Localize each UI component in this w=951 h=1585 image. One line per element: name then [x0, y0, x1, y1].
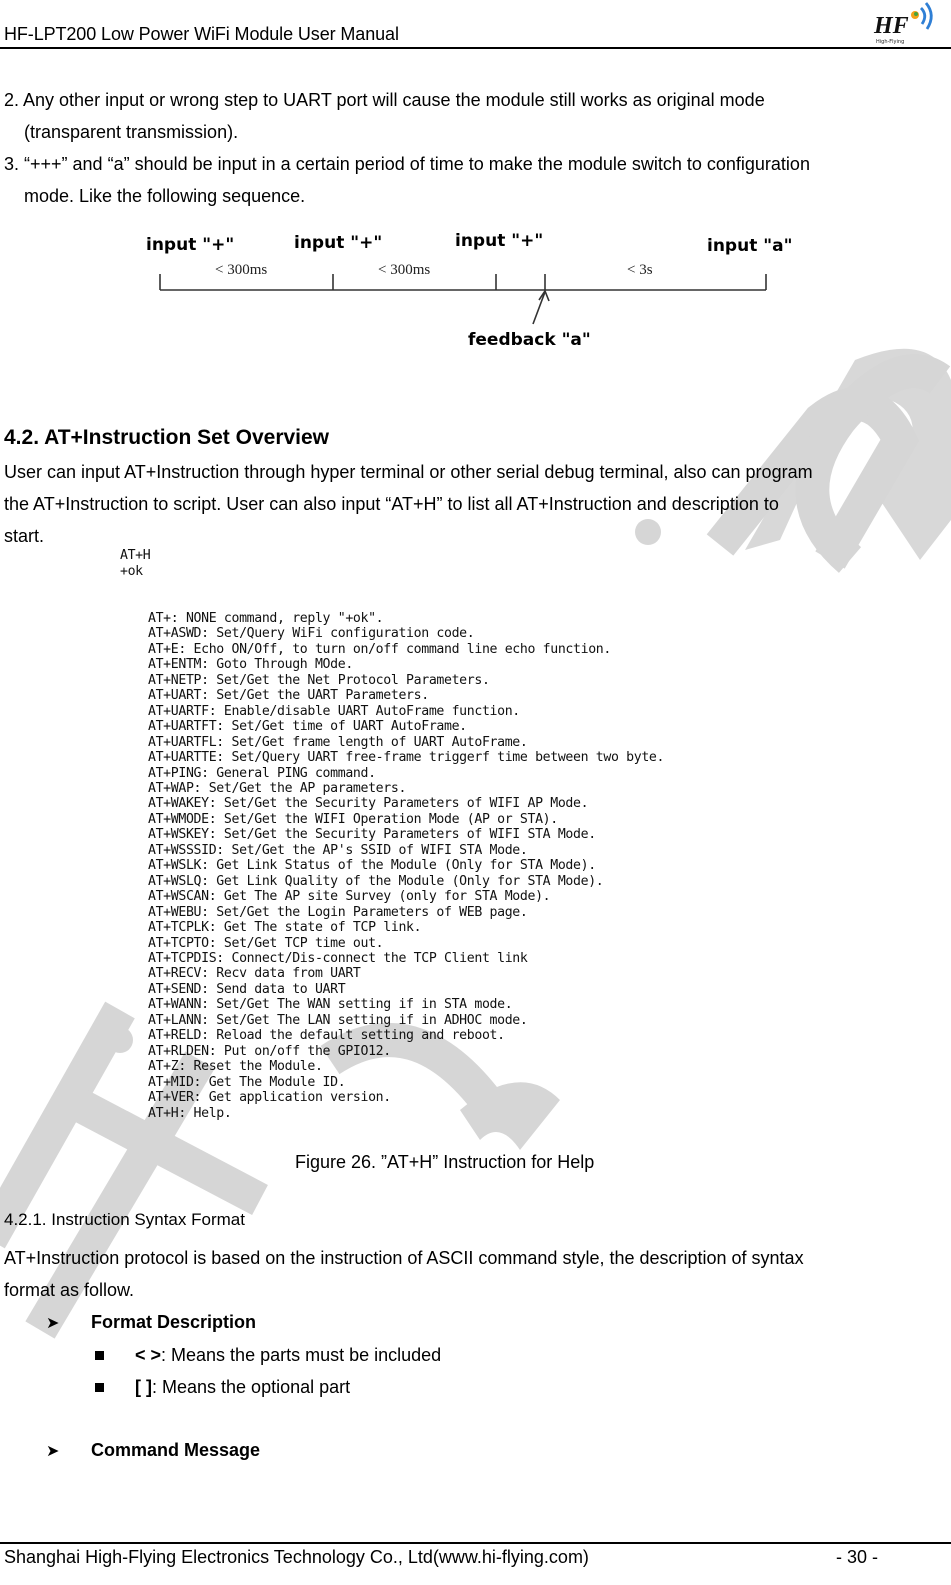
- terminal-help-line: AT+RECV: Recv data from UART: [148, 966, 361, 982]
- terminal-reply: +ok: [120, 564, 143, 579]
- terminal-help-line: AT+WSLK: Get Link Status of the Module (…: [148, 858, 596, 874]
- header-rule: [0, 47, 951, 49]
- section-heading-4-2-1: 4.2.1. Instruction Syntax Format: [4, 1210, 245, 1229]
- format-item: [ ]: Means the optional part: [135, 1377, 350, 1398]
- format-item-text: : Means the parts must be included: [161, 1345, 442, 1365]
- terminal-help-line: AT+UART: Set/Get the UART Parameters.: [148, 688, 429, 704]
- section-4-2-1-para-line1: AT+Instruction protocol is based on the …: [4, 1248, 804, 1268]
- arrow-bullet-icon: ➤: [46, 1315, 60, 1332]
- arrow-bullet-icon: ➤: [46, 1443, 60, 1460]
- format-item-symbol: [ ]: [135, 1377, 152, 1397]
- terminal-help-line: AT+UARTF: Enable/disable UART AutoFrame …: [148, 703, 520, 719]
- terminal-help-line: AT+NETP: Set/Get the Net Protocol Parame…: [148, 672, 490, 688]
- terminal-help-line: AT+SEND: Send data to UART: [148, 981, 346, 997]
- terminal-help-line: AT+E: Echo ON/Off, to turn on/off comman…: [148, 641, 611, 657]
- terminal-help-line: AT+UARTTE: Set/Query UART free-frame tri…: [148, 750, 665, 766]
- format-item-text: : Means the optional part: [152, 1377, 351, 1397]
- terminal-help-line: AT+Z: Reset the Module.: [148, 1059, 323, 1075]
- terminal-help-line: AT+RELD: Reload the default setting and …: [148, 1028, 505, 1044]
- watermark-dot: [635, 519, 661, 545]
- logo-text: HF: [873, 13, 909, 39]
- document-header-title: HF-LPT200 Low Power WiFi Module User Man…: [4, 24, 399, 44]
- terminal-help-line: AT+WEBU: Set/Get the Login Parameters of…: [148, 904, 528, 920]
- terminal-help-line: AT+WANN: Set/Get The WAN setting if in S…: [148, 997, 513, 1013]
- watermark-letter-h: [0, 1001, 135, 1249]
- terminal-help-line: AT+WMODE: Set/Get the WIFI Operation Mod…: [148, 811, 558, 827]
- terminal-help-line: AT+VER: Get application version.: [148, 1090, 391, 1106]
- list-item-3-line2: mode. Like the following sequence.: [24, 186, 306, 206]
- terminal-help-line: AT+UARTFL: Set/Get frame length of UART …: [148, 734, 528, 750]
- terminal-help-line: AT+MID: Get The Module ID.: [148, 1074, 346, 1090]
- hf-logo-icon: HF High-Flying: [873, 2, 933, 45]
- terminal-help-line: AT+ENTM: Goto Through MOde.: [148, 657, 353, 673]
- feedback-arrow: [532, 291, 546, 325]
- list-item-3-line1: 3. “+++” and “a” should be input in a ce…: [4, 154, 810, 174]
- terminal-help-line: AT+RLDEN: Put on/off the GPIO12.: [148, 1043, 391, 1059]
- format-description-title: Format Description: [91, 1312, 257, 1332]
- section-heading-4-2: 4.2. AT+Instruction Set Overview: [4, 426, 330, 449]
- command-message-title: Command Message: [91, 1440, 261, 1460]
- format-item: < >: Means the parts must be included: [135, 1345, 441, 1366]
- terminal-help-line: AT+WSLQ: Get Link Quality of the Module …: [148, 873, 604, 889]
- sequence-diagram: input "+" input "+" input "+" input "a" …: [130, 220, 830, 360]
- figure-caption: Figure 26. ”AT+H” Instruction for Help: [295, 1152, 595, 1172]
- terminal-command: AT+H: [120, 548, 151, 563]
- terminal-help-line: AT+ASWD: Set/Query WiFi configuration co…: [148, 626, 475, 642]
- terminal-help-line: AT+WSKEY: Set/Get the Security Parameter…: [148, 827, 596, 843]
- watermark-letter-shape: [745, 348, 951, 560]
- terminal-help-line: AT+WSSSID: Set/Get the AP's SSID of WIFI…: [148, 842, 528, 858]
- terminal-help-list: AT+: NONE command, reply "+ok". AT+ASWD: …: [148, 611, 664, 1121]
- terminal-help-line: AT+TCPTO: Set/Get TCP time out.: [148, 935, 384, 951]
- terminal-help-line: AT+TCPDIS: Connect/Dis-connect the TCP C…: [148, 950, 528, 966]
- section-4-2-para-line1: User can input AT+Instruction through hy…: [4, 462, 813, 482]
- section-4-2-para-line3: start.: [4, 526, 45, 546]
- terminal-help-line: AT+WAKEY: Set/Get the Security Parameter…: [148, 796, 589, 812]
- footer-rule: [0, 1542, 951, 1544]
- footer-company: Shanghai High-Flying Electronics Technol…: [4, 1547, 589, 1567]
- feedback-label: feedback "a": [468, 330, 591, 350]
- terminal-help-line: AT+TCPLK: Get The state of TCP link.: [148, 920, 422, 936]
- watermark-letter-g: [795, 354, 951, 573]
- list-item-2-line1: 2. Any other input or wrong step to UART…: [4, 90, 765, 110]
- square-bullet-icon: [95, 1351, 104, 1360]
- section-4-2-1-para-line2: format as follow.: [4, 1280, 135, 1300]
- terminal-screenshot: AT+H +ok AT+: NONE command, reply "+ok".…: [118, 548, 818, 1128]
- terminal-help-line: AT+WSCAN: Get The AP site Survey (only f…: [148, 889, 551, 905]
- list-item-2-line2: (transparent transmission).: [24, 122, 239, 142]
- square-bullet-icon: [95, 1383, 104, 1392]
- terminal-help-line: AT+LANN: Set/Get The LAN setting if in A…: [148, 1012, 528, 1028]
- terminal-help-line: AT+H: Help.: [148, 1105, 232, 1121]
- terminal-help-line: AT+WAP: Set/Get the AP parameters.: [148, 780, 407, 796]
- section-4-2-para-line2: the AT+Instruction to script. User can a…: [4, 494, 779, 514]
- terminal-help-line: AT+UARTFT: Set/Get time of UART AutoFram…: [148, 719, 467, 735]
- company-logo: HF High-Flying: [872, 0, 942, 46]
- terminal-help-line: AT+: NONE command, reply "+ok".: [148, 611, 384, 626]
- logo-subtext: High-Flying: [876, 39, 904, 45]
- terminal-help-line: AT+PING: General PING command.: [148, 765, 376, 781]
- page-number: - 30 -: [836, 1547, 879, 1567]
- format-item-symbol: < >: [135, 1345, 162, 1365]
